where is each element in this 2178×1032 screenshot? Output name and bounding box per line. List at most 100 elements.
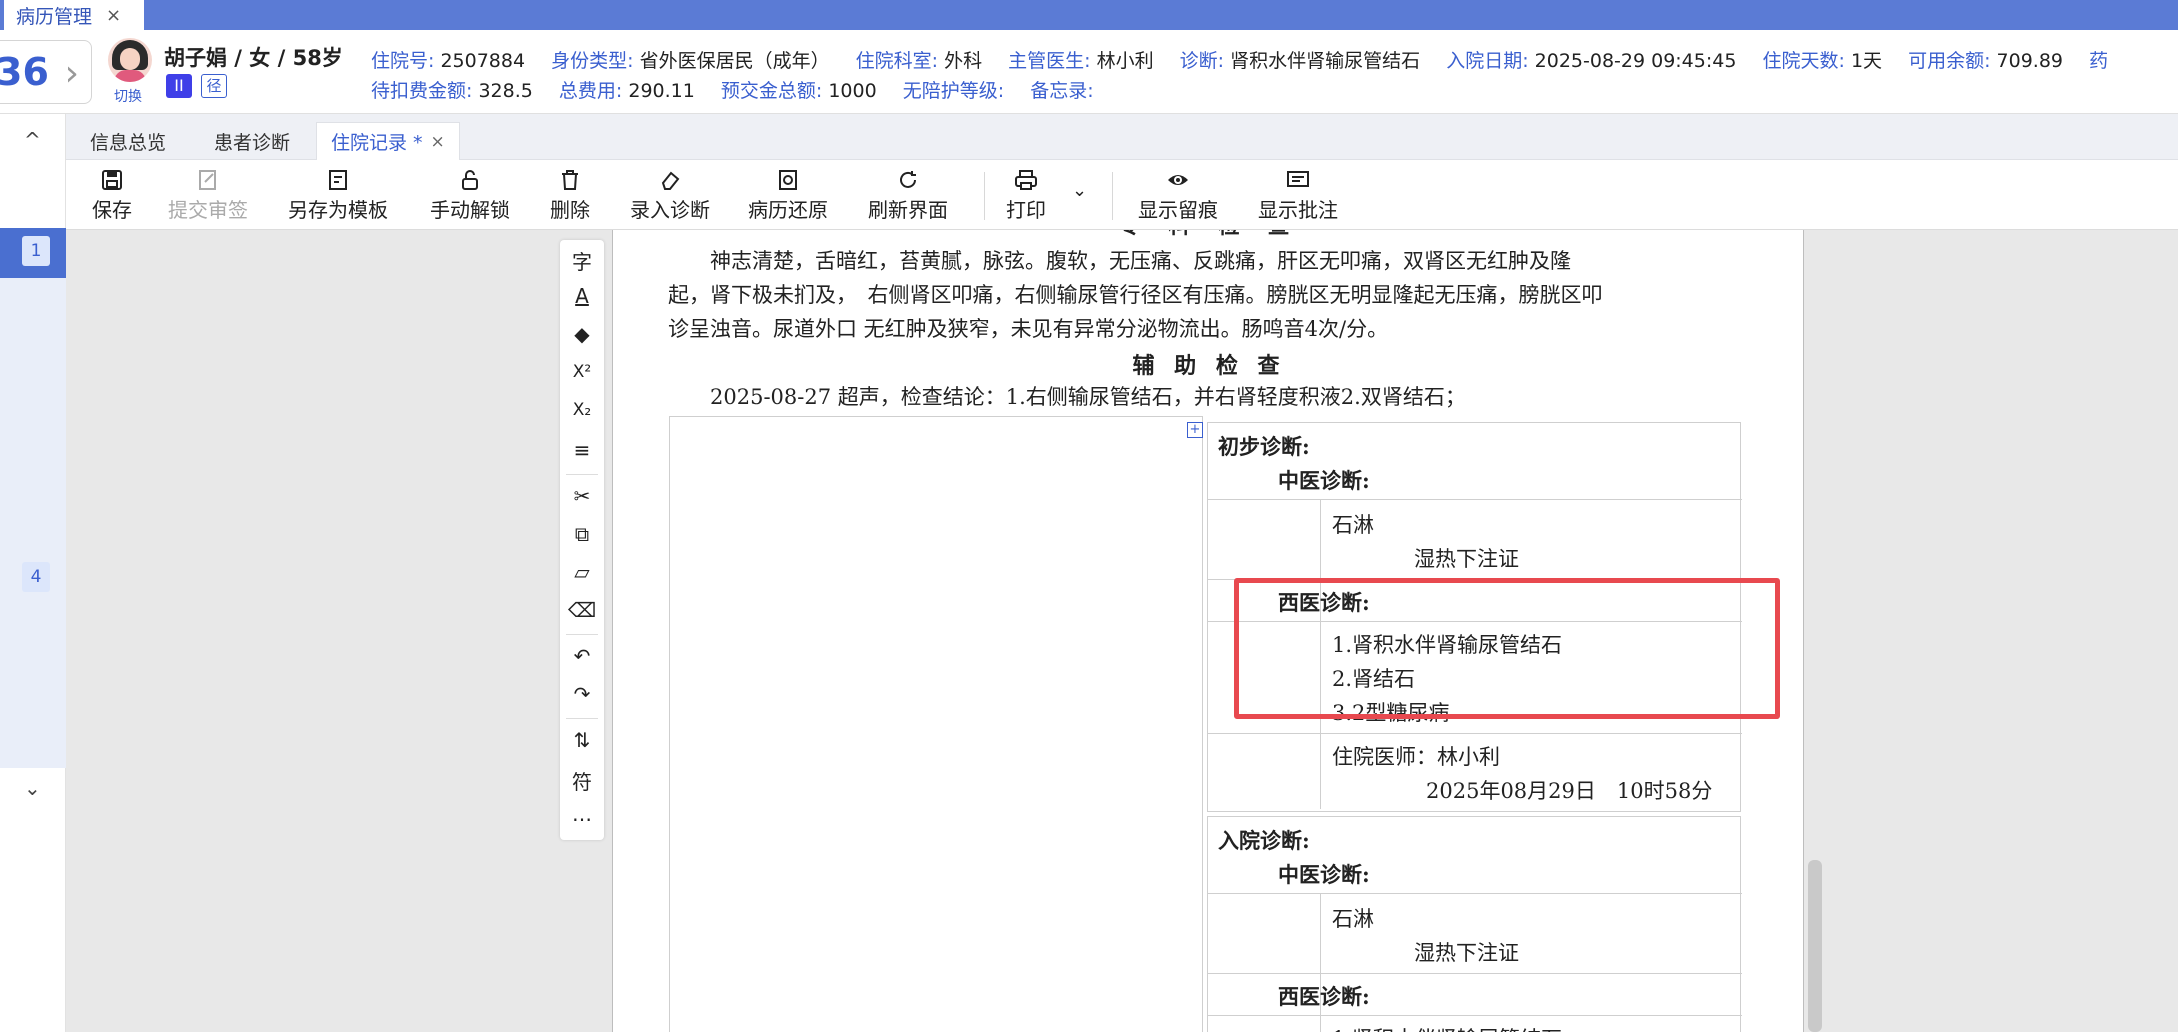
exam-line[interactable]: 神志清楚，舌暗红，苔黄腻，脉弦。腹软，无压痛、反跳痛，肝区无叩痛，双肾区无红肿及… <box>668 244 1753 278</box>
tcm-diagnosis-label: 中医诊断: <box>1278 468 1370 493</box>
tcm-diagnosis-label: 中医诊断: <box>1278 862 1370 887</box>
show-trace-label: 显示留痕 <box>1138 198 1218 222</box>
switch-patient-link[interactable]: 切换 <box>114 86 142 106</box>
show-comments-button[interactable]: 显示批注 <box>1258 166 1338 223</box>
restore-icon <box>777 166 799 194</box>
tab-medical-record-management[interactable]: 病历管理 × <box>4 0 144 30</box>
info-value: 林小利 <box>1096 50 1154 72</box>
delete-button[interactable]: 删除 <box>550 166 590 223</box>
print-label: 打印 <box>1006 198 1046 222</box>
resident-doctor-signature[interactable]: 住院医师：林小利 <box>1332 741 1500 771</box>
format-toolbar-divider <box>566 634 598 635</box>
info-key: 备忘录: <box>1030 80 1094 102</box>
save-label: 保存 <box>92 198 132 222</box>
page-navigator: ^ 1 4 ⌄ <box>0 114 66 1032</box>
tab-info-overview[interactable]: 信息总览 <box>76 122 180 160</box>
highlight-box <box>1234 578 1780 719</box>
info-value: 709.89 <box>1996 50 2064 72</box>
patient-header: 36 › 切换 胡子娟 / 女 / 58岁 II 径 住院号: 2507884 … <box>0 30 2178 114</box>
fill-color-tool-icon[interactable]: ◆ <box>560 322 604 346</box>
info-value: 328.5 <box>478 80 533 102</box>
print-button[interactable]: 打印 <box>1006 166 1046 223</box>
undo-tool-icon[interactable]: ↶ <box>560 644 604 668</box>
submit-review-button[interactable]: 提交审签 <box>168 166 248 223</box>
trash-icon <box>559 166 581 194</box>
signature-date[interactable]: 2025年08月29日 10时58分 <box>1426 775 1712 805</box>
info-key: 身份类型: <box>551 50 640 72</box>
tcm-syndrome[interactable]: 湿热下注证 <box>1414 543 1519 573</box>
show-trace-button[interactable]: 显示留痕 <box>1138 166 1218 223</box>
document-scrollbar[interactable] <box>1808 860 1822 1032</box>
restore-record-label: 病历还原 <box>748 198 828 222</box>
clinical-pathway-badge: 径 <box>201 74 227 98</box>
submit-review-label: 提交审签 <box>168 198 248 222</box>
info-key: 入院日期: <box>1446 50 1535 72</box>
line-spacing-tool-icon[interactable]: ⇅ <box>560 728 604 752</box>
exam-line[interactable]: 诊呈浊音。尿道外口 无红肿及狭窄，未见有异常分泌物流出。肠鸣音4次/分。 <box>668 312 1753 346</box>
font-tool-icon[interactable]: 字 <box>560 246 604 275</box>
title-bar: 病历管理 × <box>0 0 2178 30</box>
info-value: 290.11 <box>628 80 695 102</box>
exam-line[interactable]: 起，肾下极未扪及， 右侧肾区叩痛，右侧输尿管行径区有压痛。膀胱区无明显隆起无压痛… <box>668 278 1753 312</box>
paste-tool-icon[interactable]: ▱ <box>560 560 604 584</box>
font-color-tool-icon[interactable]: A <box>560 284 604 308</box>
page-1-marker[interactable]: 1 <box>22 236 50 266</box>
unlock-icon <box>459 166 481 194</box>
redo-tool-icon[interactable]: ↷ <box>560 682 604 706</box>
info-key: 诊断: <box>1179 50 1231 72</box>
save-icon <box>101 166 123 194</box>
tcm-syndrome[interactable]: 湿热下注证 <box>1414 937 1519 967</box>
info-value: 1000 <box>828 80 877 102</box>
align-tool-icon[interactable]: ≡ <box>560 438 604 462</box>
format-toolbar: 字 A ◆ X² X₂ ≡ ✂ ⧉ ▱ ⌫ ↶ ↷ ⇅ 符 … <box>560 240 604 840</box>
info-key: 住院号: <box>371 50 441 72</box>
info-key: 主管医生: <box>1008 50 1097 72</box>
info-key: 总费用: <box>558 80 629 102</box>
info-key: 无陪护等级: <box>902 80 1011 102</box>
enter-diagnosis-button[interactable]: 录入诊断 <box>630 166 710 223</box>
chevron-up-icon[interactable]: ^ <box>24 128 41 152</box>
copy-tool-icon[interactable]: ⧉ <box>560 522 604 546</box>
info-key: 住院科室: <box>855 50 945 72</box>
western-diagnosis-item[interactable]: 1.肾积水伴肾输尿管结石 <box>1332 1023 1562 1032</box>
chevron-right-icon[interactable]: › <box>65 53 79 94</box>
manual-unlock-button[interactable]: 手动解锁 <box>430 166 510 223</box>
bed-selector[interactable]: 36 › <box>0 40 92 104</box>
subscript-tool-icon[interactable]: X₂ <box>560 400 604 420</box>
more-tool-icon[interactable]: … <box>560 802 604 826</box>
eraser-tool-icon[interactable]: ⌫ <box>560 598 604 622</box>
tcm-disease[interactable]: 石淋 <box>1332 903 1374 933</box>
chevron-down-icon[interactable]: ⌄ <box>24 776 41 800</box>
refresh-button[interactable]: 刷新界面 <box>868 166 948 223</box>
specialty-exam-heading: 专 科 检 查 <box>613 230 1803 240</box>
bed-number: 36 <box>0 50 49 94</box>
tab-inpatient-record[interactable]: 住院记录 * × <box>316 122 460 160</box>
refresh-label: 刷新界面 <box>868 198 948 222</box>
expand-table-icon[interactable]: + <box>1187 422 1203 438</box>
restore-record-button[interactable]: 病历还原 <box>748 166 828 223</box>
save-as-template-button[interactable]: 另存为模板 <box>288 166 388 223</box>
symbol-tool-icon[interactable]: 符 <box>560 766 604 795</box>
page-4-marker[interactable]: 4 <box>22 562 50 592</box>
save-button[interactable]: 保存 <box>92 166 132 223</box>
tab-label: 住院记录 * <box>331 132 423 154</box>
auxiliary-exam-line[interactable]: 2025-08-27 超声，检查结论：1.右侧输尿管结石，并右肾轻度积液2.双肾… <box>668 380 1753 414</box>
manual-unlock-label: 手动解锁 <box>430 198 510 222</box>
toolbar: 保存 提交审签 另存为模板 手动解锁 删除 录入诊断 病历还原 刷新界面 打印 … <box>66 160 2178 230</box>
tab-label: 信息总览 <box>90 131 167 154</box>
info-value: 1天 <box>1850 50 1883 72</box>
tab-patient-diagnosis[interactable]: 患者诊断 <box>200 122 304 160</box>
info-value: 2025-08-29 09:45:45 <box>1534 50 1737 72</box>
cut-tool-icon[interactable]: ✂ <box>560 484 604 508</box>
info-key: 药 <box>2089 50 2109 72</box>
superscript-tool-icon[interactable]: X² <box>560 362 604 382</box>
info-value: 省外医保居民（成年） <box>639 50 830 72</box>
signature-area-cell[interactable] <box>669 416 1203 1032</box>
chevron-down-icon[interactable]: ⌄ <box>1072 180 1087 201</box>
close-icon[interactable]: × <box>431 132 445 152</box>
tcm-disease[interactable]: 石淋 <box>1332 509 1374 539</box>
avatar[interactable] <box>108 38 152 82</box>
nursing-level-badge: II <box>166 74 192 98</box>
toolbar-divider <box>1112 172 1113 220</box>
close-icon[interactable]: × <box>106 5 121 26</box>
